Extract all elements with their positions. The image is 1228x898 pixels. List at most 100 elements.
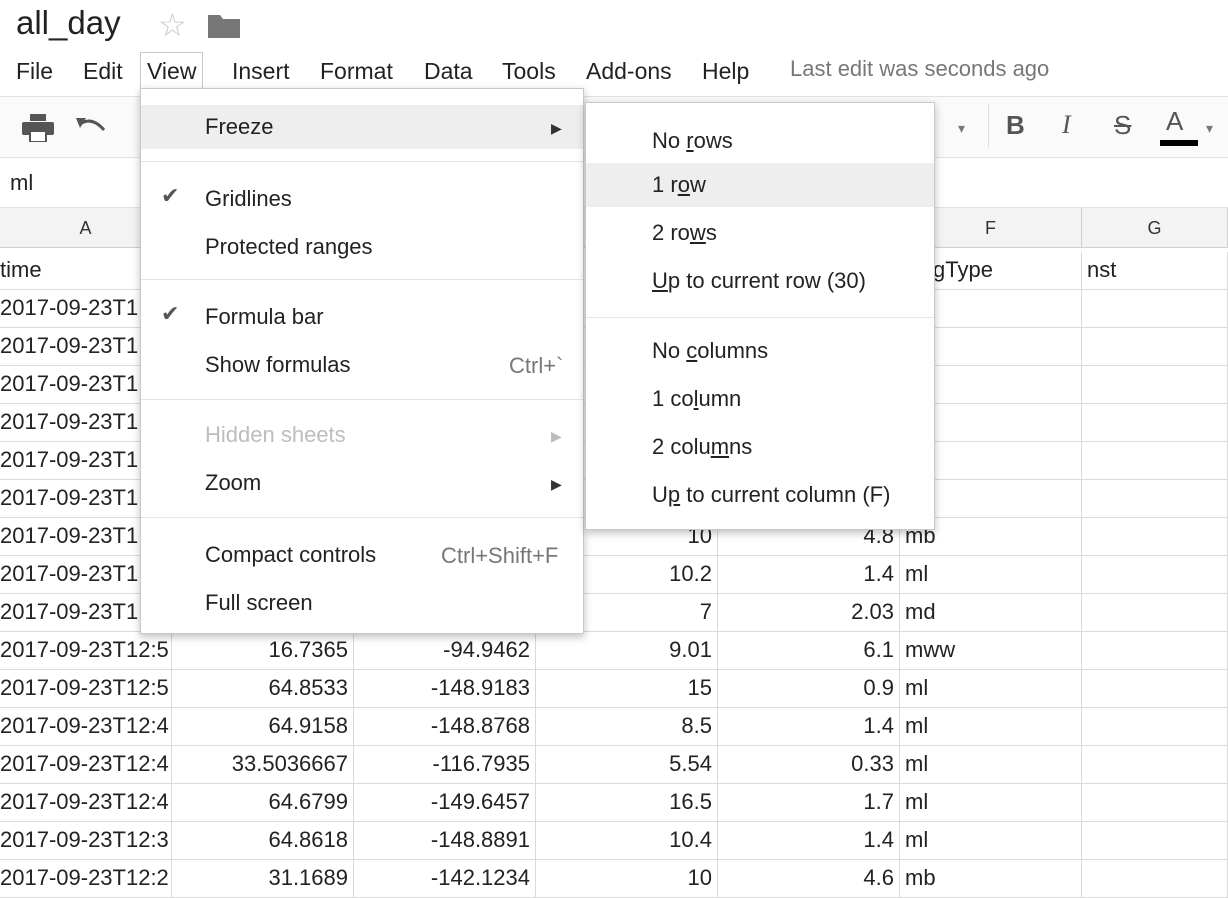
dropdown-arrow-icon[interactable]: ▾	[958, 120, 965, 137]
menu-data[interactable]: Data	[418, 56, 479, 88]
cell-e[interactable]: 1.4	[718, 708, 900, 746]
freeze-no-rows[interactable]: No rows	[586, 119, 934, 163]
freeze-up-to-column[interactable]: Up to current column (F)	[586, 473, 934, 517]
freeze-up-to-row[interactable]: Up to current row (30)	[586, 259, 934, 303]
cell-g[interactable]	[1082, 518, 1228, 556]
cell-g[interactable]	[1082, 480, 1228, 518]
folder-icon[interactable]	[208, 12, 240, 38]
cell-f[interactable]: mww	[900, 632, 1082, 670]
cell-e[interactable]: 1.4	[718, 822, 900, 860]
cell-a[interactable]: 2017-09-23T12:4	[0, 708, 172, 746]
cell-a[interactable]: 2017-09-23T12:2	[0, 860, 172, 898]
cell-e[interactable]: 1.4	[718, 556, 900, 594]
view-menu-protected-ranges[interactable]: Protected ranges	[141, 225, 583, 269]
cell-d[interactable]: 10	[536, 860, 718, 898]
cell-d[interactable]: 16.5	[536, 784, 718, 822]
cell-a[interactable]: 2017-09-23T12:5	[0, 632, 172, 670]
cell-a[interactable]: 2017-09-23T12:5	[0, 670, 172, 708]
cell-b[interactable]: 64.9158	[172, 708, 354, 746]
cell-e[interactable]: 0.9	[718, 670, 900, 708]
cell-e[interactable]: 2.03	[718, 594, 900, 632]
cell-c[interactable]: -116.7935	[354, 746, 536, 784]
freeze-1-column[interactable]: 1 column	[586, 377, 934, 421]
star-icon[interactable]: ☆	[158, 6, 187, 44]
menu-view[interactable]: View	[140, 52, 204, 92]
cell-b[interactable]: 64.8618	[172, 822, 354, 860]
freeze-no-columns[interactable]: No columns	[586, 329, 934, 373]
cell-c[interactable]: -149.6457	[354, 784, 536, 822]
cell-b[interactable]: 64.6799	[172, 784, 354, 822]
cell-c[interactable]: -142.1234	[354, 860, 536, 898]
cell-f[interactable]: ml	[900, 670, 1082, 708]
cell-e[interactable]: 6.1	[718, 632, 900, 670]
view-menu-formula-bar[interactable]: Formula bar	[141, 295, 583, 339]
cell-b[interactable]: 31.1689	[172, 860, 354, 898]
italic-icon[interactable]: I	[1062, 110, 1071, 140]
cell-f[interactable]: ml	[900, 746, 1082, 784]
cell-c[interactable]: -94.9462	[354, 632, 536, 670]
cell-d[interactable]: 9.01	[536, 632, 718, 670]
cell-g[interactable]	[1082, 290, 1228, 328]
cell-a[interactable]: 2017-09-23T12:4	[0, 784, 172, 822]
document-title[interactable]: all_day	[16, 4, 121, 42]
view-menu-zoom[interactable]: Zoom	[141, 461, 583, 505]
text-color-icon[interactable]: A	[1166, 106, 1183, 137]
cell-d[interactable]: 15	[536, 670, 718, 708]
cell-g[interactable]	[1082, 670, 1228, 708]
cell-c[interactable]: -148.8768	[354, 708, 536, 746]
menu-help[interactable]: Help	[696, 56, 755, 88]
cell-d[interactable]: 8.5	[536, 708, 718, 746]
menu-format[interactable]: Format	[314, 56, 399, 88]
print-icon[interactable]	[22, 114, 54, 142]
cell-g[interactable]	[1082, 404, 1228, 442]
cell-c[interactable]: -148.9183	[354, 670, 536, 708]
cell-g[interactable]	[1082, 442, 1228, 480]
cell-f[interactable]: ml	[900, 784, 1082, 822]
cell-g[interactable]	[1082, 632, 1228, 670]
cell-c[interactable]: -148.8891	[354, 822, 536, 860]
cell-f[interactable]: ml	[900, 556, 1082, 594]
strikethrough-icon[interactable]: S	[1114, 110, 1131, 141]
header-cell-nst[interactable]: nst	[1082, 252, 1228, 290]
cell-f[interactable]: mb	[900, 860, 1082, 898]
last-edit-status[interactable]: Last edit was seconds ago	[790, 56, 1049, 82]
cell-g[interactable]	[1082, 746, 1228, 784]
cell-d[interactable]: 10.4	[536, 822, 718, 860]
view-menu-full-screen[interactable]: Full screen	[141, 581, 583, 625]
cell-g[interactable]	[1082, 366, 1228, 404]
cell-e[interactable]: 1.7	[718, 784, 900, 822]
cell-g[interactable]	[1082, 594, 1228, 632]
cell-b[interactable]: 16.7365	[172, 632, 354, 670]
view-menu-freeze[interactable]: Freeze	[141, 105, 583, 149]
menu-edit[interactable]: Edit	[77, 56, 129, 88]
cell-g[interactable]	[1082, 822, 1228, 860]
freeze-2-columns[interactable]: 2 columns	[586, 425, 934, 469]
cell-g[interactable]	[1082, 860, 1228, 898]
cell-g[interactable]	[1082, 328, 1228, 366]
bold-icon[interactable]: B	[1006, 110, 1025, 141]
menu-file[interactable]: File	[10, 56, 59, 88]
cell-e[interactable]: 0.33	[718, 746, 900, 784]
formula-bar-value[interactable]: ml	[10, 170, 33, 196]
text-color-dropdown-icon[interactable]: ▾	[1206, 120, 1213, 137]
cell-g[interactable]	[1082, 784, 1228, 822]
cell-e[interactable]: 4.6	[718, 860, 900, 898]
cell-b[interactable]: 64.8533	[172, 670, 354, 708]
cell-f[interactable]: ml	[900, 822, 1082, 860]
freeze-2-rows[interactable]: 2 rows	[586, 211, 934, 255]
cell-a[interactable]: 2017-09-23T12:4	[0, 746, 172, 784]
cell-d[interactable]: 5.54	[536, 746, 718, 784]
view-menu-gridlines[interactable]: Gridlines	[141, 177, 583, 221]
cell-a[interactable]: 2017-09-23T12:3	[0, 822, 172, 860]
cell-g[interactable]	[1082, 708, 1228, 746]
cell-f[interactable]: ml	[900, 708, 1082, 746]
menu-insert[interactable]: Insert	[226, 56, 296, 88]
column-header-g[interactable]: G	[1082, 208, 1228, 248]
undo-icon[interactable]	[76, 116, 108, 138]
menu-addons[interactable]: Add-ons	[580, 56, 678, 88]
menu-tools[interactable]: Tools	[496, 56, 562, 88]
cell-f[interactable]: md	[900, 594, 1082, 632]
freeze-1-row[interactable]: 1 row	[586, 163, 934, 207]
cell-g[interactable]	[1082, 556, 1228, 594]
cell-b[interactable]: 33.5036667	[172, 746, 354, 784]
